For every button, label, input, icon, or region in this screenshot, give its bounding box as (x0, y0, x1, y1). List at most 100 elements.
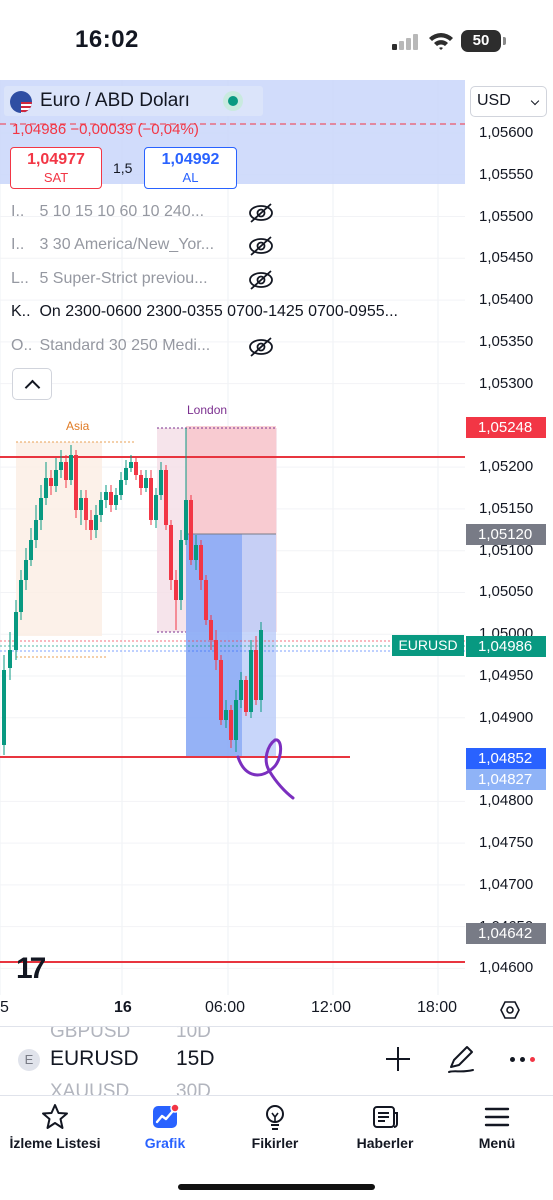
price-scale-label: 1,05200 (479, 458, 534, 476)
candle-body (34, 520, 38, 540)
buy-label: AL (182, 170, 199, 185)
status-bar: 16:02 50 (0, 0, 553, 80)
candle-body (104, 492, 108, 500)
price-scale-label: 1,04750 (479, 834, 534, 852)
candle-body (69, 455, 73, 480)
nav-ideas[interactable]: Fikirler (220, 1100, 330, 1160)
chart-icon (153, 1103, 179, 1128)
candle-body (99, 500, 103, 515)
price-tag: 1,04642 (466, 923, 546, 945)
price-scale-label: 1,05400 (479, 291, 534, 309)
price-tag: 1,05120 (466, 523, 546, 545)
currency-select[interactable]: USD (470, 86, 547, 117)
candle-body (154, 495, 158, 520)
indicator-row[interactable]: O.. Standard 30 250 Medi... (11, 337, 210, 359)
asia-session-box (16, 442, 102, 636)
time-label: 12:00 (311, 999, 352, 1016)
nav-label: Grafik (144, 1135, 186, 1151)
market-open-icon (223, 91, 243, 111)
nav-chart[interactable]: Grafik (110, 1100, 220, 1160)
candle-body (94, 515, 98, 530)
price-scale-label: 1,04950 (479, 667, 534, 684)
candle-body (2, 670, 6, 745)
indicator-name: L.. (11, 270, 29, 287)
battery-icon: 50 (461, 30, 501, 52)
nav-news[interactable]: Haberler (330, 1100, 440, 1160)
price-tag: 1,04827 (466, 768, 546, 790)
candle-body (124, 468, 128, 480)
candle-body (244, 680, 248, 712)
buy-price: 1,04992 (161, 151, 220, 168)
ghost-symbol: XAUUSD (50, 1081, 130, 1096)
price-tag: 1,04852 (466, 747, 546, 769)
collapse-legend-button[interactable] (12, 368, 52, 400)
candle-body (144, 478, 148, 488)
star-icon (42, 1104, 68, 1129)
candle-body (44, 478, 48, 498)
indicator-name: O.. (11, 337, 33, 354)
ghost-symbol: GBPUSD (50, 1026, 131, 1042)
sell-button[interactable]: 1,04977 SAT (10, 147, 102, 189)
eye-off-icon[interactable] (248, 235, 274, 257)
nav-watchlist[interactable]: İzleme Listesi (0, 1100, 110, 1160)
eye-off-icon[interactable] (248, 269, 274, 291)
candle-body (79, 498, 83, 510)
price-scale-label: 1,05300 (479, 374, 534, 392)
price-scale-label: 1,04700 (479, 875, 534, 893)
price-scale-label: 1,05150 (479, 499, 534, 517)
symbol-selector[interactable]: EURUSD (50, 1047, 139, 1071)
stop-loss-zone (186, 426, 276, 534)
price-scale-label: 1,04800 (479, 792, 534, 810)
candle-body (134, 462, 138, 475)
add-symbol-icon[interactable] (386, 1047, 410, 1071)
cellular-signal-icon (392, 34, 420, 50)
interval-selector[interactable]: 15D (176, 1047, 215, 1071)
eye-off-icon[interactable] (248, 202, 274, 224)
indicator-name: I.. (11, 203, 25, 220)
time-label: 16 (114, 999, 132, 1016)
drawing-tools-icon[interactable] (445, 1043, 477, 1075)
price-scale-label: 1,04600 (479, 959, 534, 977)
indicator-row[interactable]: I.. 5 10 15 10 60 10 240... (11, 203, 204, 225)
price-scale-label: 1,05500 (479, 207, 534, 225)
symbol-title[interactable]: Euro / ABD Doları (40, 90, 190, 112)
nav-menu[interactable]: Menü (442, 1100, 552, 1160)
candle-body (229, 710, 233, 740)
candle-body (59, 462, 63, 470)
buy-button[interactable]: 1,04992 AL (144, 147, 237, 189)
more-options-icon[interactable] (508, 1055, 538, 1065)
home-indicator (178, 1184, 375, 1190)
candle-body (189, 500, 193, 560)
indicator-row[interactable]: L.. 5 Super-Strict previou... (11, 270, 208, 292)
chart-settings-icon[interactable] (500, 1000, 520, 1020)
price-scale-label: 1,05550 (479, 165, 534, 183)
indicator-row[interactable]: K.. On 2300-0600 2300-0355 0700-1425 070… (11, 303, 398, 325)
nav-label: Fikirler (251, 1135, 299, 1151)
price-tag: 1,04986 (466, 635, 546, 657)
candle-body (204, 580, 208, 620)
indicator-values: 3 30 America/New_Yor... (39, 236, 215, 253)
time-axis[interactable]: 5 16 06:00 12:00 18:00 (0, 995, 553, 1025)
sell-label: SAT (43, 170, 69, 185)
menu-icon (484, 1107, 510, 1127)
indicator-values: 5 10 15 10 60 10 240... (39, 203, 205, 220)
candle-body (29, 540, 33, 560)
candle-body (194, 545, 198, 560)
candle-body (179, 540, 183, 600)
news-icon (373, 1106, 398, 1128)
candle-body (89, 520, 93, 530)
candle-body (139, 475, 143, 488)
indicator-row[interactable]: I.. 3 30 America/New_Yor... (11, 236, 214, 258)
candle-body (109, 492, 113, 505)
candle-body (169, 525, 173, 580)
price-scale-label: 1,05600 (479, 124, 534, 141)
price-change: 1,04986 −0,00039 (−0,04%) (12, 121, 199, 138)
price-scale-label: 1,04900 (479, 708, 534, 726)
ghost-interval: 10D (176, 1026, 211, 1042)
price-scale-label: 1,05050 (479, 583, 534, 601)
candle-body (14, 612, 18, 650)
indicator-values: Standard 30 250 Medi... (39, 337, 211, 354)
eye-off-icon[interactable] (248, 336, 274, 358)
candle-body (54, 470, 58, 486)
spread-value: 1,5 (113, 160, 133, 176)
